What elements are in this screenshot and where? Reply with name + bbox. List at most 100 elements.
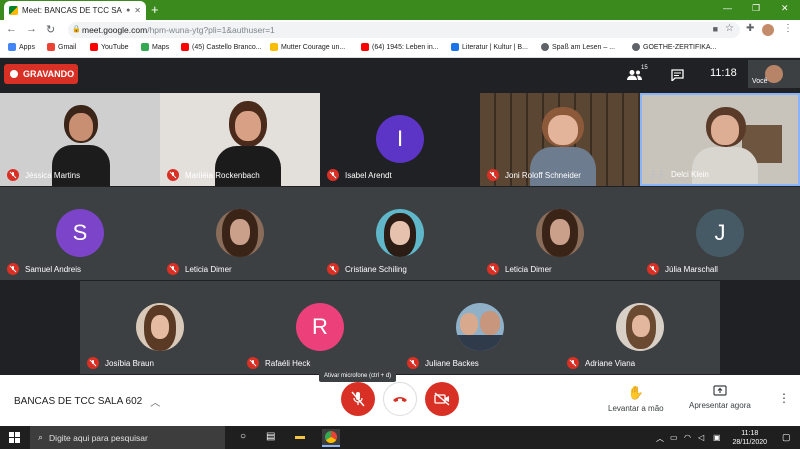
profile-avatar[interactable] [762, 24, 774, 36]
forward-icon[interactable]: → [26, 23, 37, 35]
battery-icon[interactable]: ▭ [670, 433, 678, 442]
bookmark-item[interactable]: Mutter Courage un... [270, 43, 345, 51]
globe-icon [541, 43, 549, 51]
bookmark-item[interactable]: Maps [141, 43, 169, 51]
windows-start-icon[interactable] [9, 432, 20, 443]
participant-tile[interactable]: Leticia Dimer [480, 187, 640, 280]
participant-tile[interactable]: I Isabel Arendt [320, 93, 480, 186]
present-now-button[interactable]: Apresentar agora [689, 385, 751, 410]
mic-tooltip: Ativar microfone (ctrl + d) [319, 369, 397, 382]
camera-toggle-button[interactable] [425, 382, 459, 416]
minimize-icon[interactable]: — [723, 3, 732, 13]
participant-tile[interactable]: J Júlia Marschall [640, 187, 800, 280]
new-tab-button[interactable]: + [151, 2, 159, 18]
bookmark-item[interactable]: Apps [8, 43, 35, 51]
bookmark-star-icon[interactable]: ☆ [725, 23, 734, 34]
leave-call-button[interactable] [383, 382, 417, 416]
participant-name-tag: Isabel Arendt [327, 169, 392, 181]
reload-icon[interactable]: ↻ [46, 23, 55, 36]
chrome-menu-icon[interactable]: ⋮ [783, 23, 793, 34]
bookmark-site-icon [270, 43, 278, 51]
close-tab-icon[interactable]: ✕ [134, 6, 141, 15]
participant-tile[interactable]: R Rafaéli Heck [240, 281, 400, 374]
volume-icon[interactable]: ◁ [698, 433, 704, 442]
raise-hand-button[interactable]: ✋ Levantar a mão [608, 385, 664, 413]
bookmark-item[interactable]: (64) 1945: Leben in... [361, 43, 439, 51]
participant-avatar [376, 209, 424, 257]
notifications-icon[interactable]: ▢ [782, 432, 791, 443]
cortana-icon[interactable]: ○ [240, 431, 246, 442]
meeting-clock: 11:18 [710, 67, 737, 79]
bookmark-label: Mutter Courage un... [281, 43, 346, 51]
taskbar-clock[interactable]: 11:18 28/11/2020 [732, 429, 767, 447]
participant-tile[interactable]: Juliane Backes [400, 281, 560, 374]
close-window-icon[interactable]: ✕ [781, 3, 789, 14]
bookmark-item[interactable]: (45) Castello Branco... [181, 43, 262, 51]
browser-toolbar: ← → ↻ 🔒 meet.google.com/hpm-wuna-ytg?pli… [0, 20, 800, 40]
audio-icon: ● [126, 7, 131, 14]
windows-taskbar: ⌕ Digite aqui para pesquisar ○ ▤ ▬ ︿ ▭ ◠… [0, 426, 800, 449]
task-view-icon[interactable]: ▤ [266, 431, 275, 442]
participant-tile-speaking[interactable]: ⋮⋮ Delci Klein [640, 93, 800, 186]
browser-tab-meet[interactable]: Meet: BANCAS DE TCC SALA ● ✕ [4, 1, 146, 20]
hand-icon: ✋ [627, 385, 644, 400]
taskbar-search-box[interactable]: ⌕ Digite aqui para pesquisar [30, 426, 225, 449]
url-path: /hpm-wuna-ytg?pli=1&authuser=1 [147, 25, 275, 35]
bookmark-item[interactable]: YouTube [90, 43, 129, 51]
camera-in-use-icon[interactable]: ■ [713, 24, 718, 34]
file-explorer-icon[interactable]: ▬ [295, 431, 305, 442]
mic-toggle-button[interactable] [341, 382, 375, 416]
meeting-control-bar: BANCAS DE TCC SALA 602 ︿ ✋ Levantar a mã… [0, 375, 800, 426]
bookmark-item[interactable]: Literatur | Kultur | B... [451, 43, 528, 51]
self-view[interactable]: Você [748, 60, 800, 88]
bookmark-label: (45) Castello Branco... [192, 43, 262, 51]
bookmark-label: Gmail [58, 43, 77, 51]
bookmarks-bar: Apps Gmail YouTube Maps (45) Castello Br… [0, 40, 800, 58]
more-options-icon[interactable]: ⋮ [778, 391, 790, 405]
participant-name-tag: Adriane Viana [567, 357, 635, 369]
participant-tile[interactable]: Mariléia Rockenbach [160, 93, 320, 186]
record-dot-icon [10, 70, 18, 78]
participant-name: Leticia Dimer [185, 264, 232, 274]
participant-name: Juliane Backes [425, 358, 479, 368]
keyboard-layout-icon[interactable]: ▣ [713, 433, 721, 442]
participant-tile[interactable]: Josíbia Braun [80, 281, 240, 374]
participant-tile[interactable]: Jéssica Martins [0, 93, 160, 186]
bookmark-label: Maps [152, 43, 170, 51]
mic-off-icon [327, 263, 339, 275]
participant-avatar [456, 303, 504, 351]
bookmark-label: Spaß am Lesen – ... [552, 43, 616, 51]
bookmark-item[interactable]: GOETHE-ZERTIFIKA... [632, 43, 716, 51]
bookmark-item[interactable]: Spaß am Lesen – ... [541, 43, 615, 51]
participant-tile[interactable]: Cristiane Schiling [320, 187, 480, 280]
mic-off-icon [247, 357, 259, 369]
participant-name-tag: Juliane Backes [407, 357, 479, 369]
back-icon[interactable]: ← [6, 23, 17, 35]
participant-tile[interactable]: Joni Roloff Schneider [480, 93, 640, 186]
bookmark-label: GOETHE-ZERTIFIKA... [643, 43, 717, 51]
participant-avatar [616, 303, 664, 351]
bookmark-item[interactable]: Gmail [47, 43, 76, 51]
mic-off-icon [87, 357, 99, 369]
maximize-icon[interactable]: ❐ [752, 3, 760, 14]
participant-tile[interactable]: Leticia Dimer [160, 187, 320, 280]
participant-name-tag: Jéssica Martins [7, 169, 80, 181]
extensions-icon[interactable]: ✚ [746, 23, 754, 34]
participant-name: Júlia Marschall [665, 264, 718, 274]
participant-name: Josíbia Braun [105, 358, 154, 368]
participant-tile[interactable]: Adriane Viana [560, 281, 720, 374]
bookmark-label: Literatur | Kultur | B... [462, 43, 528, 51]
chrome-taskbar-icon[interactable] [322, 429, 340, 447]
participants-button[interactable]: 15 [627, 65, 648, 86]
wifi-icon[interactable]: ◠ [684, 433, 691, 442]
meet-favicon-icon [9, 6, 18, 15]
youtube-icon [181, 43, 189, 51]
tray-chevron-icon[interactable]: ︿ [656, 433, 664, 444]
mic-off-icon [567, 357, 579, 369]
address-bar[interactable]: 🔒 meet.google.com/hpm-wuna-ytg?pli=1&aut… [68, 22, 740, 38]
meeting-details-button[interactable]: BANCAS DE TCC SALA 602 ︿ [14, 394, 160, 409]
participant-name-tag: Josíbia Braun [87, 357, 154, 369]
chat-button[interactable] [671, 68, 684, 86]
participant-tile[interactable]: S Samuel Andreis [0, 187, 160, 280]
participant-avatar: S [56, 209, 104, 257]
